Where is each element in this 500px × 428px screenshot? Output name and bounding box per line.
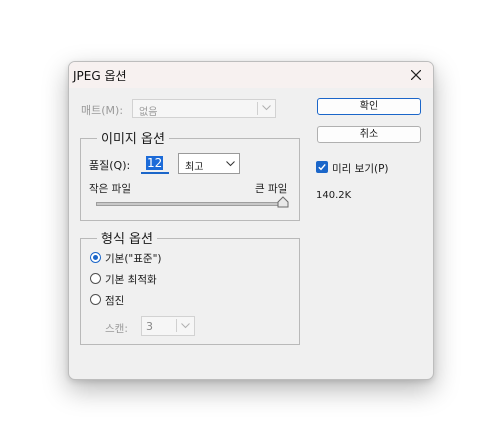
matte-select[interactable]: 없음: [132, 99, 276, 118]
format-options-legend: 형식 옵션: [97, 228, 157, 247]
large-file-label: 큰 파일: [255, 183, 288, 195]
scan-label: 스캔:: [105, 323, 128, 335]
select-divider: [257, 102, 258, 115]
quality-preset-value: 최고: [185, 162, 204, 173]
title-bar: JPEG 옵션: [69, 62, 433, 88]
checkmark-icon: [318, 163, 326, 171]
chevron-down-icon: [226, 161, 235, 167]
radio-progressive-label: 점진: [105, 295, 125, 307]
radio-baseline-standard[interactable]: [90, 252, 101, 263]
cancel-button[interactable]: 취소: [317, 126, 421, 143]
quality-slider-track[interactable]: [96, 202, 288, 206]
radio-baseline-standard-label: 기본("표준"): [105, 253, 162, 265]
image-options-legend: 이미지 옵션: [97, 128, 169, 147]
close-button[interactable]: [399, 62, 433, 88]
radio-baseline-optimized[interactable]: [90, 273, 101, 284]
chevron-down-icon: [181, 323, 190, 329]
small-file-label: 작은 파일: [89, 183, 131, 195]
radio-progressive[interactable]: [90, 294, 101, 305]
scan-value: 3: [146, 320, 153, 333]
select-divider: [176, 319, 177, 332]
image-options-group: [80, 138, 300, 221]
slider-thumb-icon[interactable]: [277, 196, 289, 208]
close-icon: [411, 70, 421, 80]
matte-label: 매트(M):: [81, 104, 124, 117]
dialog-title: JPEG 옵션: [73, 69, 127, 83]
ok-button[interactable]: 확인: [317, 98, 421, 115]
quality-label: 품질(Q):: [89, 159, 131, 172]
quality-value: 12: [146, 156, 164, 170]
matte-value: 없음: [139, 107, 158, 118]
preview-label: 미리 보기(P): [332, 163, 389, 175]
radio-baseline-optimized-label: 기본 최적화: [105, 274, 157, 286]
quality-preset-select[interactable]: 최고: [178, 153, 240, 174]
chevron-down-icon: [262, 105, 271, 111]
file-size-text: 140.2K: [316, 190, 352, 201]
quality-input[interactable]: 12: [141, 155, 169, 174]
preview-checkbox[interactable]: [316, 161, 328, 173]
scan-select[interactable]: 3: [141, 316, 195, 336]
jpeg-options-dialog: JPEG 옵션 매트(M): 없음 이미지 옵션 품질(Q): 12 최고 작은…: [68, 61, 434, 380]
